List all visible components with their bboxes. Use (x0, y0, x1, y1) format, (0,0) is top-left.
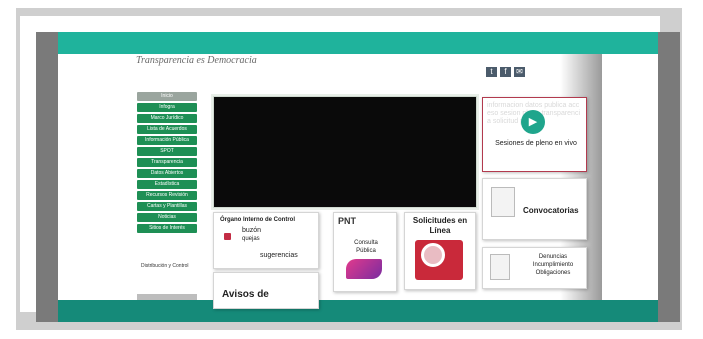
mail-icon[interactable]: ✉ (514, 67, 525, 77)
sidebar-item-infogra[interactable]: Infogra (137, 103, 197, 112)
denuncias-card[interactable]: Denuncias Incumplimiento Obligaciones (482, 247, 587, 289)
sidebar-item-inicio[interactable]: Inicio (137, 92, 197, 101)
organo-title: Órgano Interno de Control (220, 217, 295, 223)
sidebar-small-text: Distribución y Control (141, 263, 189, 269)
sidebar-item-informacion-publica[interactable]: Información Pública (137, 136, 197, 145)
sidebar-item-recursos-revision[interactable]: Recursos Revisión (137, 191, 197, 200)
quejas-text: quejas (242, 236, 260, 242)
word-cloud-background: informacion datos publica acceso sesion … (487, 102, 581, 125)
pnt-title: PNT (338, 216, 356, 226)
sesiones-card[interactable]: informacion datos publica acceso sesion … (482, 97, 587, 172)
organo-control-card[interactable]: Órgano Interno de Control buzón quejas s… (213, 212, 319, 269)
video-player[interactable] (213, 96, 477, 208)
site-tagline: Transparencia es Democracia (136, 55, 257, 66)
social-links: t f ✉ (486, 67, 525, 77)
sidebar-gray-button[interactable] (137, 294, 197, 300)
bottom-accent-bar (58, 300, 658, 322)
pnt-card[interactable]: PNT Consulta Pública (333, 212, 397, 292)
buzon-text: buzón (242, 227, 262, 234)
sidebar-item-lista-acuerdos[interactable]: Lista de Acuerdos (137, 125, 197, 134)
pen-document-icon (490, 254, 510, 280)
denuncias-label: Denuncias Incumplimiento Obligaciones (532, 254, 574, 276)
pnt-subtitle: Consulta Pública (354, 240, 378, 254)
sidebar-item-marco-juridico[interactable]: Marco Jurídico (137, 114, 197, 123)
sidebar-nav: Inicio Infogra Marco Jurídico Lista de A… (137, 92, 197, 235)
left-shadow-strip (36, 32, 58, 322)
sidebar-item-noticias[interactable]: Noticias (137, 213, 197, 222)
video-camera-icon: ▶ (521, 110, 545, 134)
solicitudes-title: Solicitudes en Línea (412, 216, 468, 235)
sidebar-item-datos-abiertos[interactable]: Datos Abiertos (137, 169, 197, 178)
solicitudes-card[interactable]: Solicitudes en Línea (404, 212, 476, 290)
sugerencias-text: sugerencias (260, 252, 298, 259)
document-icon (491, 187, 515, 217)
sidebar-item-spot[interactable]: SPOT (137, 147, 197, 156)
sidebar-item-cartas-plantillas[interactable]: Cartas y Plantillas (137, 202, 197, 211)
right-shadow-strip (658, 32, 680, 322)
sidebar-item-estadistica[interactable]: Estadística (137, 180, 197, 189)
top-accent-bar (58, 32, 658, 54)
twitter-icon[interactable]: t (486, 67, 497, 77)
avisos-title: Avisos de (222, 289, 269, 300)
facebook-icon[interactable]: f (500, 67, 511, 77)
magnifier-icon (421, 243, 445, 267)
sesiones-label: Sesiones de pleno en vivo (495, 140, 577, 147)
lock-icon (224, 233, 231, 240)
sidebar-item-sitios-interes[interactable]: Sitios de Interés (137, 224, 197, 233)
pnt-logo-icon (346, 259, 382, 279)
convocatorias-label: Convocatorias (523, 206, 579, 215)
sidebar-item-transparencia[interactable]: Transparencia (137, 158, 197, 167)
avisos-card[interactable]: Avisos de (213, 272, 319, 309)
convocatorias-card[interactable]: Convocatorias (482, 178, 587, 240)
